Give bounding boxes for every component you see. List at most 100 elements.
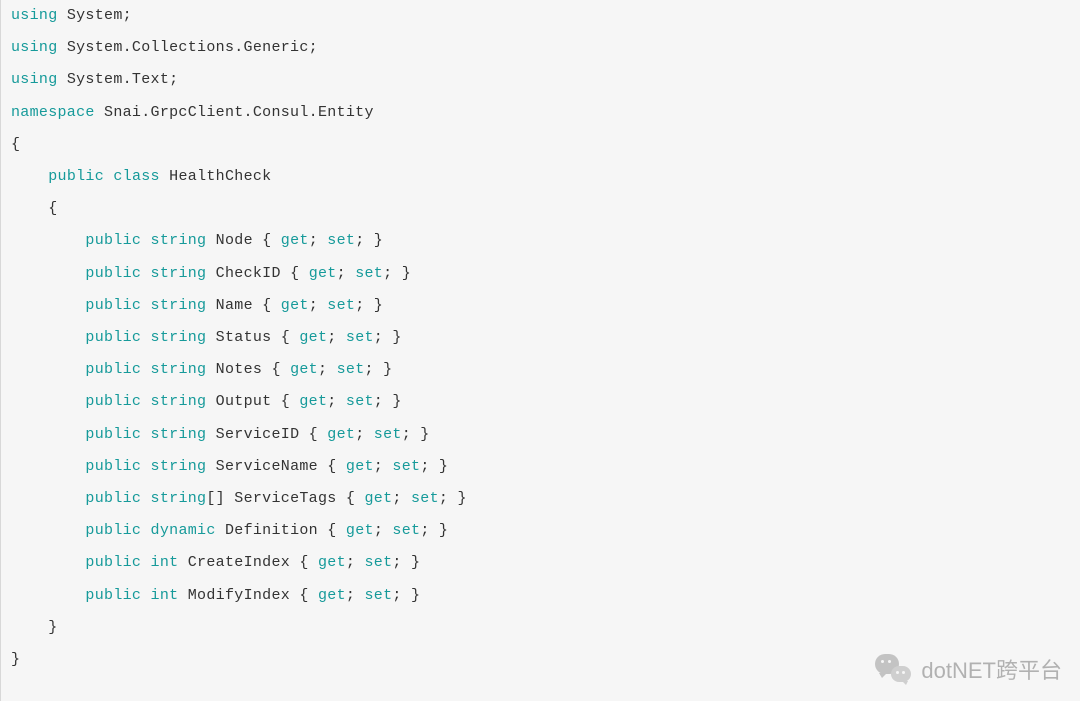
keyword-token: public [48, 168, 104, 185]
keyword-token: set [337, 361, 365, 378]
text-token: ; [374, 522, 393, 539]
keyword-token: string [151, 393, 207, 410]
keyword-token: using [11, 7, 58, 24]
text-token: ; } [374, 329, 402, 346]
keyword-token: set [327, 297, 355, 314]
keyword-token: string [151, 329, 207, 346]
keyword-token: get [318, 554, 346, 571]
keyword-token: string [151, 361, 207, 378]
text-token: Name { [206, 297, 280, 314]
keyword-token: get [299, 393, 327, 410]
text-token [11, 587, 85, 604]
code-line: } [11, 644, 1070, 676]
keyword-token: public [85, 361, 141, 378]
text-token: Snai.GrpcClient.Consul.Entity [95, 104, 374, 121]
text-token [11, 554, 85, 571]
text-token: ; } [439, 490, 467, 507]
text-token [11, 265, 85, 282]
text-token: ModifyIndex { [178, 587, 318, 604]
keyword-token: set [392, 522, 420, 539]
text-token: Notes { [206, 361, 290, 378]
keyword-token: set [346, 393, 374, 410]
keyword-token: string [151, 232, 207, 249]
keyword-token: get [281, 232, 309, 249]
code-line: public string Notes { get; set; } [11, 354, 1070, 386]
text-token: ServiceName { [206, 458, 346, 475]
text-token [141, 393, 150, 410]
text-token: ; [392, 490, 411, 507]
text-token [11, 522, 85, 539]
text-token: Node { [206, 232, 280, 249]
text-token: CreateIndex { [178, 554, 318, 571]
text-token [11, 458, 85, 475]
text-token [11, 393, 85, 410]
text-token: ; [318, 361, 337, 378]
text-token [11, 426, 85, 443]
text-token: Status { [206, 329, 299, 346]
text-token [141, 554, 150, 571]
text-token [141, 265, 150, 282]
text-token [11, 490, 85, 507]
text-token: Output { [206, 393, 299, 410]
keyword-token: public [85, 393, 141, 410]
keyword-token: int [151, 554, 179, 571]
keyword-token: string [151, 426, 207, 443]
text-token: HealthCheck [160, 168, 272, 185]
keyword-token: set [365, 554, 393, 571]
text-token: ; } [365, 361, 393, 378]
text-token: ; } [420, 458, 448, 475]
text-token: ; } [355, 297, 383, 314]
keyword-token: set [365, 587, 393, 604]
text-token: { [11, 200, 58, 217]
keyword-token: get [327, 426, 355, 443]
text-token: ; [327, 329, 346, 346]
keyword-token: namespace [11, 104, 95, 121]
keyword-token: public [85, 554, 141, 571]
code-line: using System.Collections.Generic; [11, 32, 1070, 64]
code-line: using System; [11, 0, 1070, 32]
text-token [141, 587, 150, 604]
keyword-token: string [151, 490, 207, 507]
keyword-token: string [151, 265, 207, 282]
code-block: using System;using System.Collections.Ge… [0, 0, 1080, 701]
text-token: } [11, 651, 20, 668]
text-token: ; [374, 458, 393, 475]
keyword-token: public [85, 458, 141, 475]
text-token: ; } [402, 426, 430, 443]
keyword-token: set [392, 458, 420, 475]
code-line: public string Status { get; set; } [11, 322, 1070, 354]
keyword-token: get [299, 329, 327, 346]
text-token [11, 361, 85, 378]
code-line: public dynamic Definition { get; set; } [11, 515, 1070, 547]
code-line: { [11, 129, 1070, 161]
keyword-token: get [281, 297, 309, 314]
text-token: ; } [392, 587, 420, 604]
keyword-token: set [327, 232, 355, 249]
code-line: namespace Snai.GrpcClient.Consul.Entity [11, 97, 1070, 129]
text-token: Definition { [216, 522, 346, 539]
keyword-token: get [290, 361, 318, 378]
keyword-token: int [151, 587, 179, 604]
keyword-token: using [11, 39, 58, 56]
text-token [11, 297, 85, 314]
keyword-token: get [318, 587, 346, 604]
text-token: ; } [355, 232, 383, 249]
code-line: public string Output { get; set; } [11, 386, 1070, 418]
keyword-token: public [85, 490, 141, 507]
keyword-token: get [346, 458, 374, 475]
keyword-token: set [374, 426, 402, 443]
text-token: ; [309, 232, 328, 249]
text-token [141, 426, 150, 443]
text-token [141, 329, 150, 346]
code-line: public class HealthCheck [11, 161, 1070, 193]
text-token [141, 361, 150, 378]
keyword-token: set [355, 265, 383, 282]
keyword-token: using [11, 71, 58, 88]
keyword-token: public [85, 297, 141, 314]
text-token [141, 232, 150, 249]
keyword-token: string [151, 458, 207, 475]
keyword-token: public [85, 232, 141, 249]
keyword-token: get [364, 490, 392, 507]
code-line: public string ServiceName { get; set; } [11, 451, 1070, 483]
text-token [11, 329, 85, 346]
